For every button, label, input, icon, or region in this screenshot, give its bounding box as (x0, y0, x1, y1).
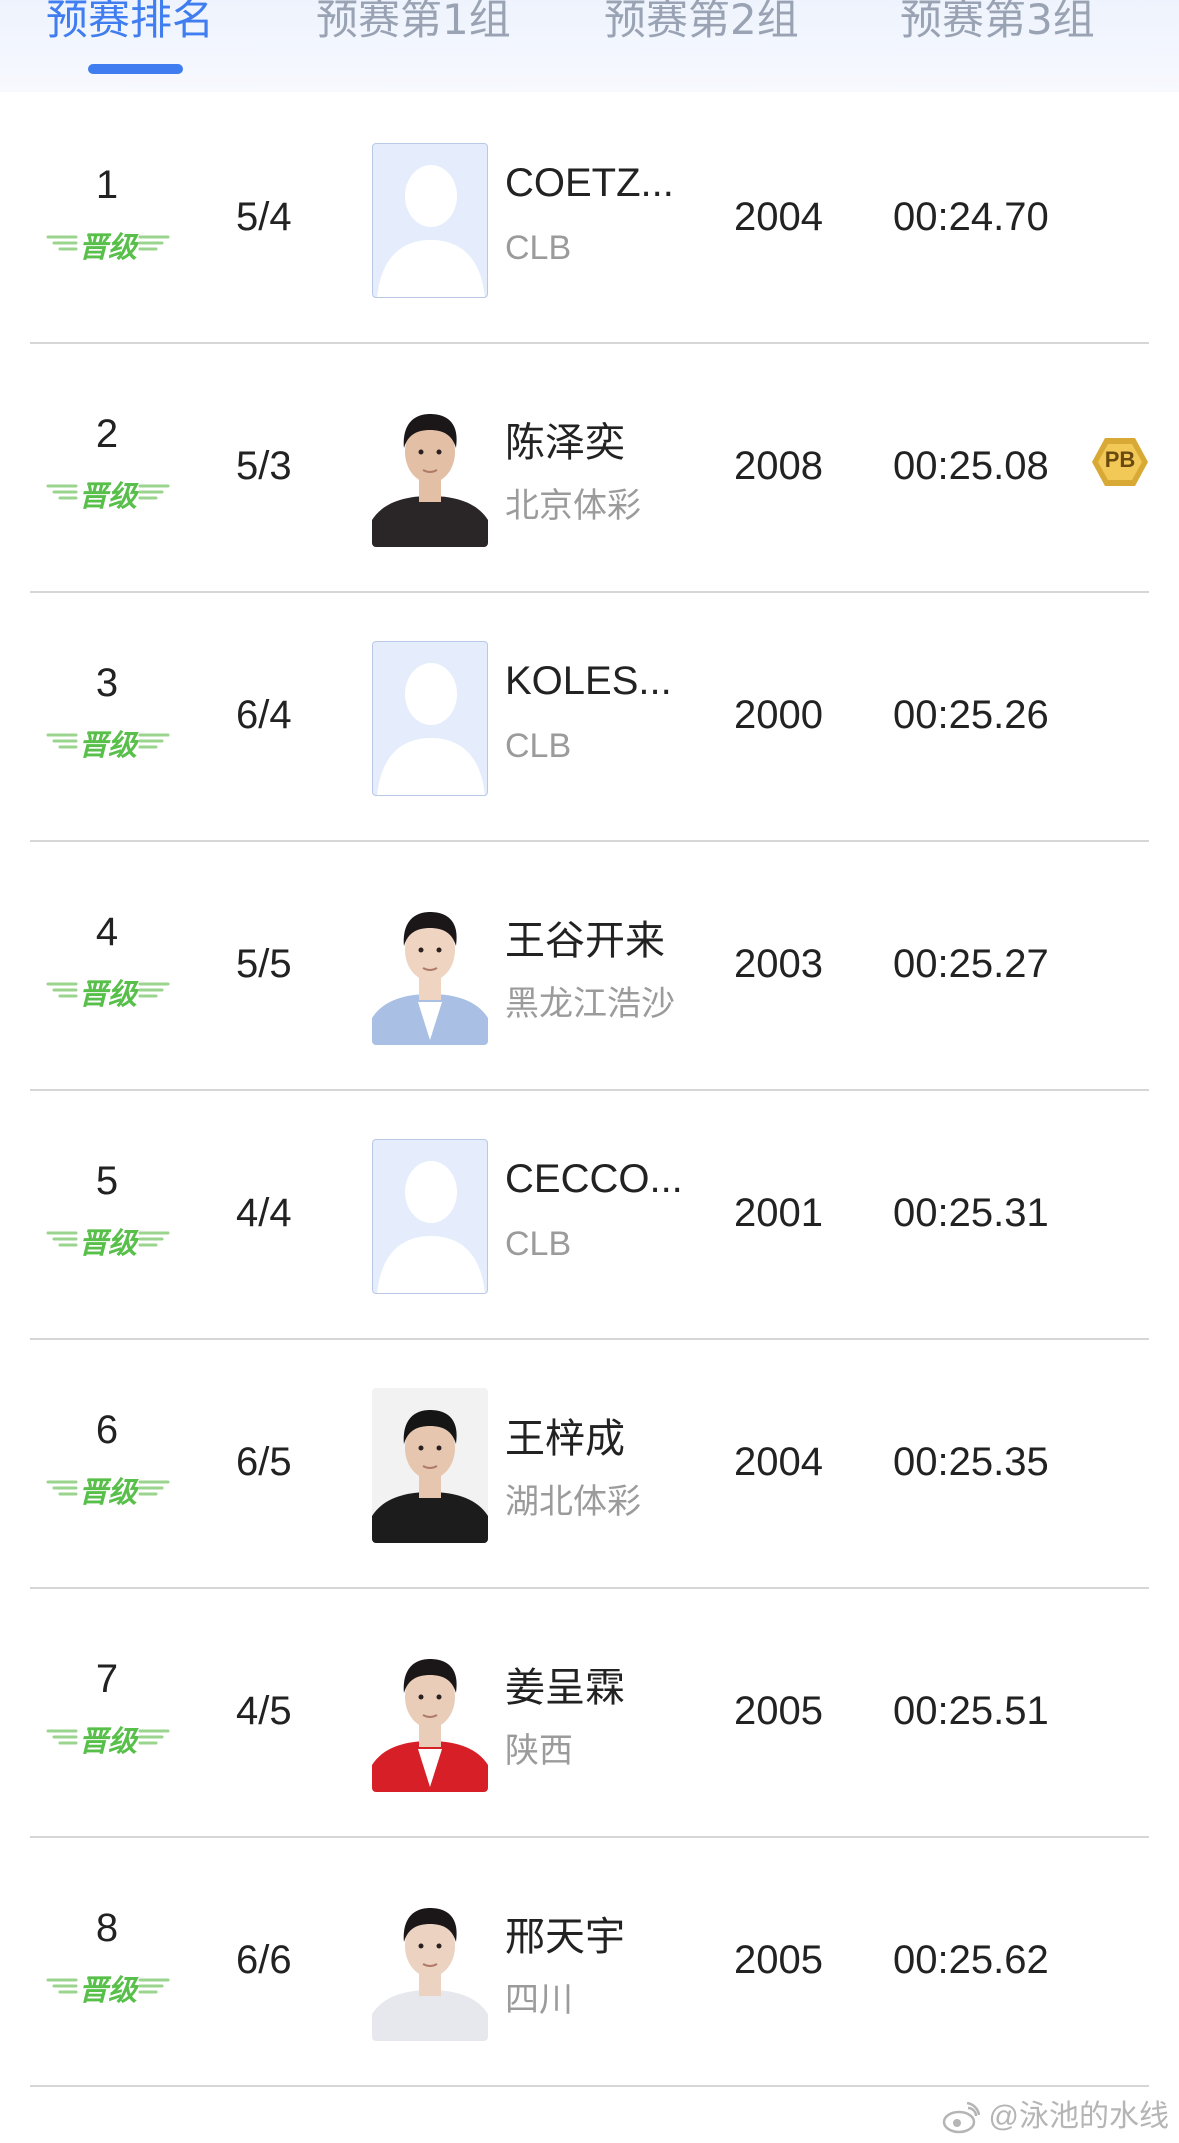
result-time: 00:25.62 (893, 1938, 1049, 1982)
result-row[interactable]: 5 晋级 4/4 CECCO... CLB 2001 00:25.31 (0, 1091, 1179, 1340)
athlete-team: 湖北体彩 (505, 1483, 641, 1521)
athlete-name: COETZ... (505, 161, 674, 205)
birth-year: 2003 (734, 942, 823, 986)
birth-year: 2008 (734, 444, 823, 488)
athlete-team: CLB (505, 1225, 572, 1263)
row-divider (30, 2085, 1149, 2087)
qualified-badge: 晋级 (46, 1720, 170, 1758)
athlete-team: 黑龙江浩沙 (505, 985, 675, 1023)
tab-heats-ranking[interactable]: 预赛排名 (46, 0, 214, 50)
heat-lane: 6/5 (236, 1440, 292, 1484)
pb-label: PB (1104, 447, 1136, 472)
qualified-label: 晋级 (78, 232, 137, 264)
qualified-badge: 晋级 (46, 1969, 170, 2007)
active-tab-indicator (88, 64, 183, 74)
qualified-badge: 晋级 (46, 1471, 170, 1509)
result-time: 00:25.08 (893, 444, 1049, 488)
athlete-photo (372, 641, 488, 796)
heat-lane: 5/4 (236, 195, 292, 239)
athlete-name: 陈泽奕 (505, 421, 625, 465)
result-time: 00:25.31 (893, 1191, 1049, 1235)
qualified-label: 晋级 (78, 730, 137, 762)
rank-number: 4 (95, 910, 119, 954)
qualified-label: 晋级 (78, 1477, 137, 1509)
weibo-watermark: @泳池的水线 (942, 2091, 1169, 2135)
rank-number: 1 (95, 163, 119, 207)
qualified-label: 晋级 (78, 979, 137, 1011)
rank-number: 2 (95, 412, 119, 456)
result-row[interactable]: 1 晋级 5/4 COETZ... CLB 2004 00:24.70 (0, 95, 1179, 344)
result-row[interactable]: 7 晋级 4/5 姜呈霖陕西 2005 00:25.51 (0, 1589, 1179, 1838)
athlete-photo (372, 143, 488, 298)
tab-heat-2[interactable]: 预赛第2组 (604, 0, 799, 50)
heat-lane: 6/6 (236, 1938, 292, 1982)
weibo-icon (942, 2102, 981, 2134)
rank-number: 3 (95, 661, 119, 705)
qualified-label: 晋级 (78, 1975, 137, 2007)
heat-lane: 4/4 (236, 1191, 292, 1235)
result-time: 00:24.70 (893, 195, 1049, 239)
result-time: 00:25.27 (893, 942, 1049, 986)
qualified-label: 晋级 (78, 1726, 137, 1758)
athlete-team: 北京体彩 (505, 487, 641, 525)
athlete-photo (372, 392, 488, 547)
result-row[interactable]: 2 晋级 5/3 陈泽奕北京体彩 2008 00:25.08 PB (0, 344, 1179, 593)
tab-heat-1[interactable]: 预赛第1组 (316, 0, 511, 50)
birth-year: 2000 (734, 693, 823, 737)
tab-bar: 预赛排名 预赛第1组 预赛第2组 预赛第3组 (0, 0, 1179, 92)
athlete-name: KOLES... (505, 659, 672, 703)
athlete-name: 王谷开来 (505, 919, 665, 963)
result-row[interactable]: 6 晋级 6/5 王梓成湖北体彩 2004 00:25.35 (0, 1340, 1179, 1589)
result-row[interactable]: 4 晋级 5/5 王谷开来黑龙江浩沙 2003 00:25.27 (0, 842, 1179, 1091)
heat-lane: 4/5 (236, 1689, 292, 1733)
pb-badge: PB (1090, 436, 1150, 488)
qualified-badge: 晋级 (46, 724, 170, 762)
birth-year: 2005 (734, 1938, 823, 1982)
birth-year: 2004 (734, 1440, 823, 1484)
qualified-badge: 晋级 (46, 226, 170, 264)
qualified-label: 晋级 (78, 481, 137, 513)
athlete-photo (372, 890, 488, 1045)
result-time: 00:25.35 (893, 1440, 1049, 1484)
qualified-badge: 晋级 (46, 1222, 170, 1260)
athlete-team: 四川 (505, 1981, 573, 2019)
result-time: 00:25.51 (893, 1689, 1049, 1733)
rank-number: 8 (95, 1906, 119, 1950)
athlete-name: 姜呈霖 (505, 1666, 625, 1710)
result-row[interactable]: 8 晋级 6/6 邢天宇四川 2005 00:25.62 (0, 1838, 1179, 2087)
tab-heat-3[interactable]: 预赛第3组 (900, 0, 1095, 50)
athlete-name: 王梓成 (505, 1417, 625, 1461)
result-row[interactable]: 3 晋级 6/4 KOLES... CLB 2000 00:25.26 (0, 593, 1179, 842)
qualified-badge: 晋级 (46, 973, 170, 1011)
birth-year: 2001 (734, 1191, 823, 1235)
rank-number: 6 (95, 1408, 119, 1452)
athlete-name: CECCO... (505, 1157, 683, 1201)
heat-lane: 5/3 (236, 444, 292, 488)
footer-handle: @泳池的水线 (988, 2100, 1169, 2133)
athlete-team: CLB (505, 229, 572, 267)
heat-lane: 5/5 (236, 942, 292, 986)
results-list: 1 晋级 5/4 COETZ... CLB 2004 00:24.70 2 晋级 5/3 陈泽奕北京… (0, 95, 1179, 2087)
athlete-name: 邢天宇 (505, 1915, 625, 1959)
birth-year: 2004 (734, 195, 823, 239)
rank-number: 7 (95, 1657, 119, 1701)
birth-year: 2005 (734, 1689, 823, 1733)
athlete-team: 陕西 (505, 1732, 573, 1770)
rank-number: 5 (95, 1159, 119, 1203)
athlete-photo (372, 1886, 488, 2041)
athlete-photo (372, 1388, 488, 1543)
qualified-label: 晋级 (78, 1228, 137, 1260)
athlete-photo (372, 1637, 488, 1792)
qualified-badge: 晋级 (46, 475, 170, 513)
heat-lane: 6/4 (236, 693, 292, 737)
athlete-photo (372, 1139, 488, 1294)
athlete-team: CLB (505, 727, 572, 765)
result-time: 00:25.26 (893, 693, 1049, 737)
